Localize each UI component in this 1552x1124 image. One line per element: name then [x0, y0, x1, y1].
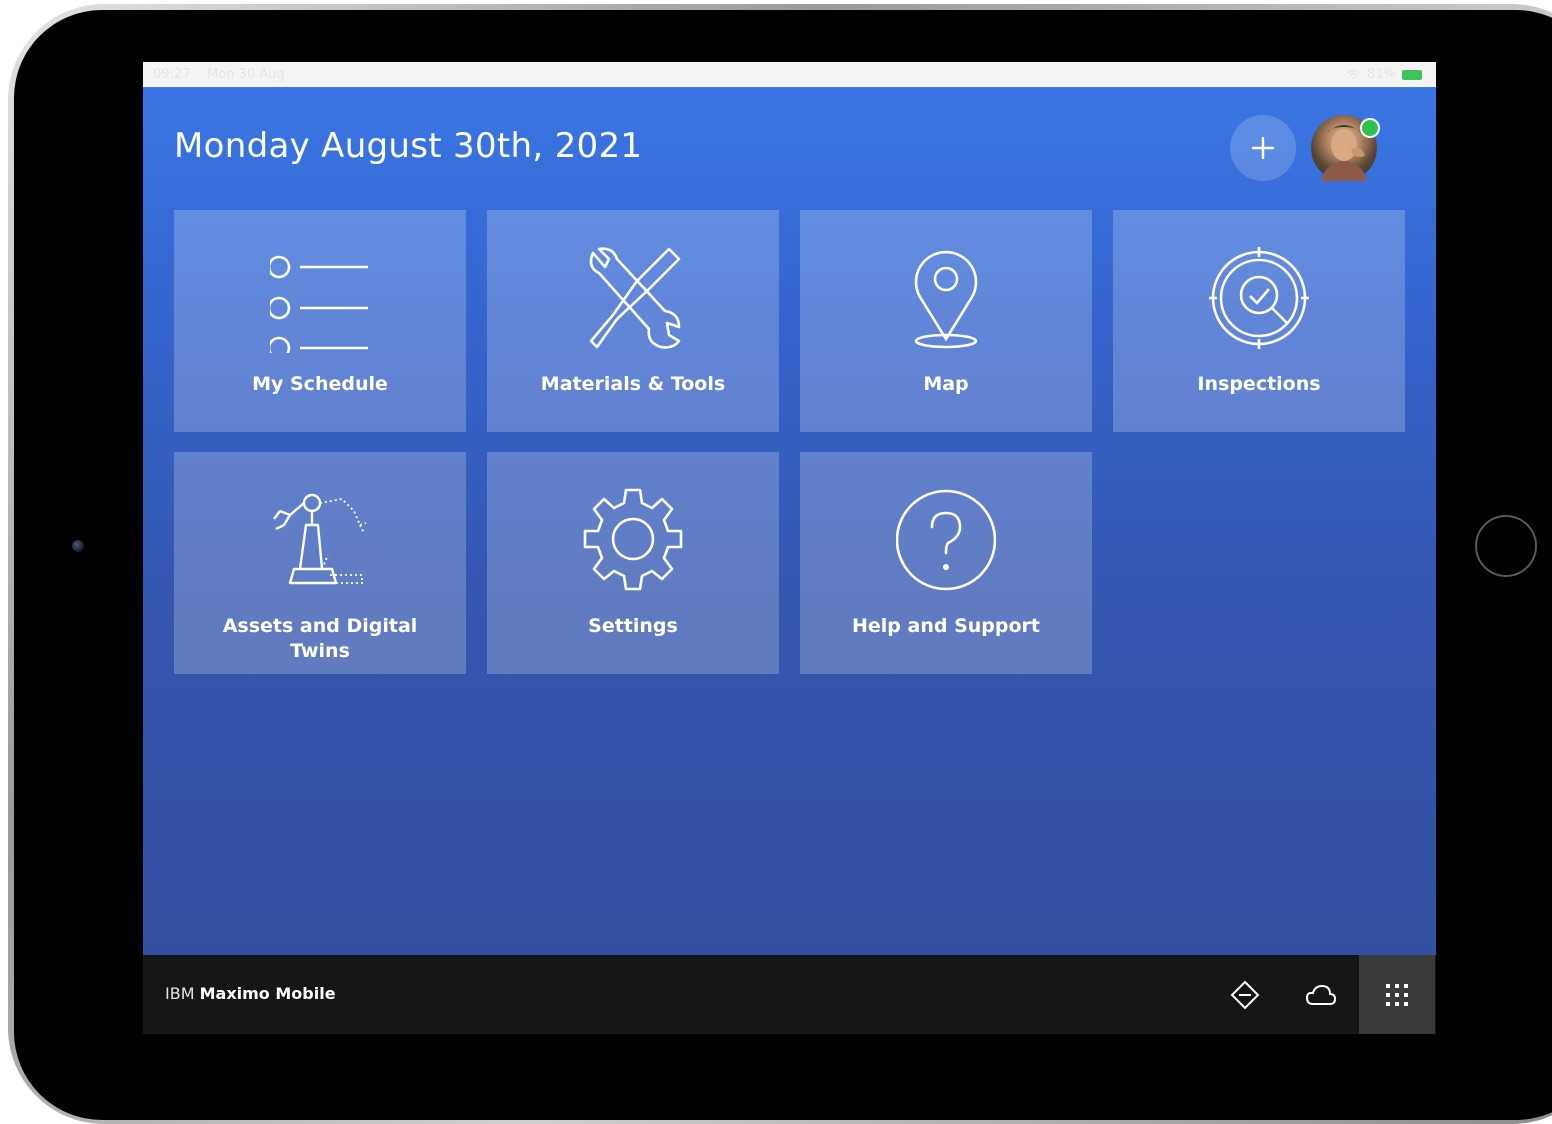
list-icon	[270, 255, 368, 353]
front-camera	[72, 540, 84, 552]
tile-label: Settings	[588, 615, 678, 637]
inspection-target-icon	[1209, 247, 1309, 349]
bottom-toolbar: IBM Maximo Mobile	[143, 955, 1436, 1034]
tile-materials-tools[interactable]: Materials & Tools	[487, 210, 779, 432]
wrench-screwdriver-icon	[589, 247, 681, 349]
app-tiles-grid: My Schedule Materials & Tools Map Inspec…	[174, 210, 1405, 674]
tile-assets-digital-twins[interactable]: Assets and Digital Twins	[174, 452, 466, 674]
sync-button[interactable]	[1283, 955, 1359, 1034]
map-pin-icon	[914, 250, 978, 349]
app-switcher-button[interactable]	[1359, 955, 1435, 1034]
app-grid-icon	[1386, 983, 1408, 1006]
battery-icon	[1402, 69, 1422, 80]
app-brand: IBM Maximo Mobile	[165, 984, 336, 1003]
cloud-icon	[1305, 984, 1337, 1005]
brand-prefix: IBM	[165, 984, 195, 1003]
add-button[interactable]	[1230, 115, 1296, 181]
tile-label: Map	[923, 373, 969, 395]
plus-icon	[1251, 136, 1275, 160]
online-status-badge	[1360, 118, 1380, 138]
home-button[interactable]	[1475, 515, 1537, 577]
brand-product-name: Maximo Mobile	[199, 984, 336, 1003]
tile-label: Inspections	[1197, 373, 1321, 395]
status-bar: 09:27 Mon 30 Aug 81%	[143, 62, 1436, 87]
robot-arm-icon	[273, 493, 367, 585]
page-title: Monday August 30th, 2021	[174, 126, 643, 166]
help-icon	[896, 489, 996, 591]
gear-icon	[583, 488, 683, 591]
tile-inspections[interactable]: Inspections	[1113, 210, 1405, 432]
tile-label: My Schedule	[252, 373, 388, 395]
status-time: 09:27	[153, 67, 191, 82]
app-screen: 09:27 Mon 30 Aug 81% Monday August 30th,…	[143, 62, 1436, 1034]
tile-settings[interactable]: Settings	[487, 452, 779, 674]
tile-map[interactable]: Map	[800, 210, 1092, 432]
tile-my-schedule[interactable]: My Schedule	[174, 210, 466, 432]
tile-label: Help and Support	[852, 615, 1040, 637]
navigation-diamond-icon	[1230, 980, 1260, 1009]
navigation-button[interactable]	[1207, 955, 1283, 1034]
status-date: Mon 30 Aug	[207, 67, 285, 82]
tile-label: Materials & Tools	[540, 373, 726, 395]
status-indicators: 81%	[1347, 67, 1422, 82]
tile-help-support[interactable]: Help and Support	[800, 452, 1092, 674]
tile-label: Assets and Digital Twins	[222, 615, 418, 662]
battery-percent: 81%	[1367, 67, 1396, 82]
wifi-icon	[1347, 69, 1361, 79]
